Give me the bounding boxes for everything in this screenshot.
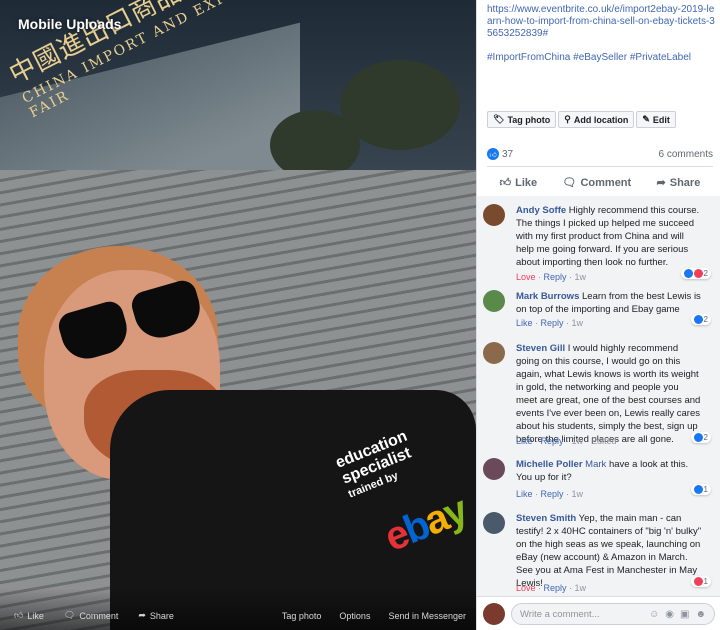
gif-icon[interactable]: ▣: [680, 609, 689, 620]
comment-icon: 🗨︎: [63, 610, 76, 620]
commenter-name[interactable]: Michelle Poller: [516, 459, 583, 470]
comment-time: 1w: [571, 436, 584, 446]
comment-text: Steven Gill I would highly recommend goi…: [516, 343, 701, 445]
comment-time: 1w: [571, 318, 584, 328]
comment-input[interactable]: Write a comment... ☺ ◉ ▣ ☻: [511, 603, 715, 625]
edited-label[interactable]: Edited: [591, 436, 617, 446]
mention-link[interactable]: Mark: [585, 459, 606, 470]
comment-reactions[interactable]: 2: [690, 314, 711, 325]
comment-time: 1w: [574, 583, 587, 593]
comment-text: Steven Smith Yep, the main man - can tes…: [516, 513, 702, 589]
comment-icon: 🗨︎: [562, 177, 577, 189]
divider: [487, 166, 713, 167]
photo-options-button[interactable]: Options: [339, 611, 370, 621]
comment-list: Andy Soffe Highly recommend this course.…: [477, 196, 720, 596]
camera-icon[interactable]: ◉: [665, 609, 674, 620]
add-location-button[interactable]: ⚲ Add location: [558, 111, 635, 128]
photo-action-bar: 👍︎ Like 🗨︎ Comment ➦ Share Tag photo Opt…: [0, 588, 476, 630]
comment-text: Andy Soffe Highly recommend this course.…: [516, 205, 700, 268]
post-stats: 👍︎ 37 6 comments: [487, 148, 713, 160]
comment-reactions[interactable]: 2: [680, 268, 711, 279]
reply-link[interactable]: Reply: [544, 583, 567, 593]
reply-link[interactable]: Reply: [541, 489, 564, 499]
comment-meta: Like · Reply · 1w · Edited: [516, 436, 617, 446]
thumbs-up-icon: 👍︎: [499, 177, 512, 189]
post-panel: https://www.eventbrite.co.uk/e/import2eb…: [476, 0, 720, 630]
current-user-avatar: [483, 603, 505, 625]
reaction-label[interactable]: Love: [516, 583, 536, 593]
commenter-name[interactable]: Steven Gill: [516, 343, 565, 354]
share-icon: ➦: [138, 610, 146, 620]
photo-viewer[interactable]: 中國進出口商品交易會 CHINA IMPORT AND EXPORT FAIR …: [0, 0, 476, 630]
comment-meta: Like · Reply · 1w: [516, 318, 584, 328]
tag-icon: 🏷︎: [493, 114, 505, 124]
pencil-icon: ✎: [642, 114, 650, 124]
reply-link[interactable]: Reply: [541, 436, 564, 446]
comment-time: 1w: [574, 272, 587, 282]
comment-reactions[interactable]: 1: [690, 576, 711, 587]
reaction-label[interactable]: Like: [516, 436, 533, 446]
emoji-icon[interactable]: ☺: [649, 609, 659, 620]
comment-text: Mark Burrows Learn from the best Lewis i…: [516, 291, 701, 315]
avatar[interactable]: [483, 290, 505, 312]
location-pin-icon: ⚲: [564, 114, 571, 124]
commenter-name[interactable]: Andy Soffe: [516, 205, 566, 216]
comment-reactions[interactable]: 2: [690, 432, 711, 443]
comment-count[interactable]: 6 comments: [659, 149, 713, 160]
avatar[interactable]: [483, 204, 505, 226]
comment-button[interactable]: 🗨︎ Comment: [562, 176, 632, 190]
event-link[interactable]: https://www.eventbrite.co.uk/e/import2eb…: [487, 4, 715, 40]
tree: [340, 60, 460, 150]
comment-text: Michelle Poller Mark have a look at this…: [516, 459, 689, 483]
commenter-name[interactable]: Steven Smith: [516, 513, 576, 524]
comment-reactions[interactable]: 1: [690, 484, 711, 495]
comment-meta: Love · Reply · 1w: [516, 583, 587, 593]
thumbs-up-icon: 👍︎: [14, 610, 24, 620]
reply-link[interactable]: Reply: [541, 318, 564, 328]
sticker-icon[interactable]: ☻: [695, 609, 706, 620]
edit-button[interactable]: ✎ Edit: [636, 111, 676, 128]
hashtags[interactable]: #ImportFromChina #eBaySeller #PrivateLab…: [487, 52, 691, 63]
photo-comment-button[interactable]: 🗨︎ Comment: [64, 610, 118, 621]
comment-meta: Like · Reply · 1w: [516, 489, 584, 499]
avatar[interactable]: [483, 512, 505, 534]
post-action-bar: 👍︎ Like 🗨︎ Comment ➦ Share: [487, 170, 713, 190]
send-messenger-button[interactable]: Send in Messenger: [388, 611, 466, 621]
photo-like-button[interactable]: 👍︎ Like: [14, 610, 44, 621]
photo-tag-button[interactable]: Tag photo: [282, 611, 322, 621]
share-button[interactable]: ➦ Share: [656, 176, 701, 190]
avatar[interactable]: [483, 458, 505, 480]
avatar[interactable]: [483, 342, 505, 364]
comment-time: 1w: [571, 489, 584, 499]
comment-meta: Love · Reply · 1w: [516, 272, 587, 282]
share-icon: ➦: [656, 177, 666, 189]
reaction-label[interactable]: Like: [516, 318, 533, 328]
like-badge-icon: 👍︎: [487, 148, 499, 160]
reaction-label[interactable]: Love: [516, 272, 536, 282]
photo-share-button[interactable]: ➦ Share: [138, 610, 174, 621]
album-title[interactable]: Mobile Uploads: [18, 16, 121, 32]
reaction-label[interactable]: Like: [516, 489, 533, 499]
like-count[interactable]: 37: [502, 149, 513, 160]
tag-photo-button[interactable]: 🏷︎ Tag photo: [487, 111, 557, 128]
write-comment-bar: Write a comment... ☺ ◉ ▣ ☻: [477, 596, 720, 630]
reply-link[interactable]: Reply: [544, 272, 567, 282]
photo-actions: 🏷︎ Tag photo ⚲ Add location ✎ Edit: [487, 111, 676, 128]
commenter-name[interactable]: Mark Burrows: [516, 291, 579, 302]
like-button[interactable]: 👍︎ Like: [499, 176, 538, 190]
